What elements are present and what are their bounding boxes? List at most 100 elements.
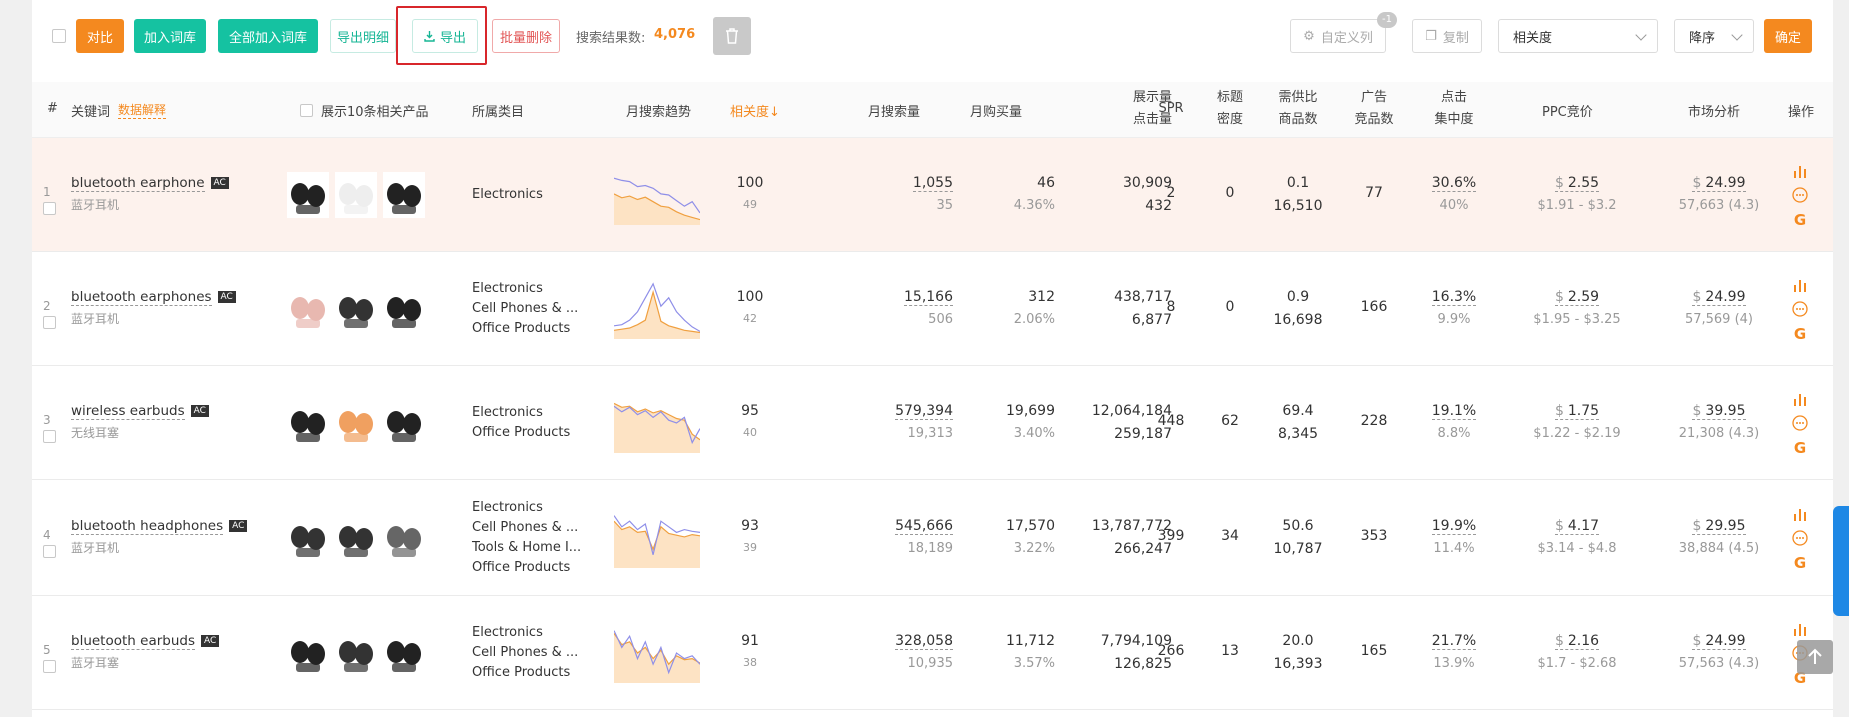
product-thumbnail[interactable]: [383, 400, 425, 446]
copy-button[interactable]: ❐ 复制: [1412, 19, 1482, 53]
click-concentration-value[interactable]: 30.6%: [1431, 175, 1477, 192]
bar-chart-icon[interactable]: [1792, 506, 1808, 522]
custom-columns-button[interactable]: ⚙ 自定义列: [1290, 19, 1386, 53]
keyword-cell[interactable]: bluetooth earphones AC: [71, 289, 236, 306]
product-thumbnail[interactable]: [287, 172, 329, 218]
more-icon[interactable]: [1792, 301, 1808, 317]
bar-chart-icon[interactable]: [1792, 277, 1808, 293]
product-thumbnail[interactable]: [287, 630, 329, 676]
export-detail-button[interactable]: 导出明细: [330, 19, 396, 53]
row-checkbox[interactable]: [43, 545, 56, 558]
product-thumbnail[interactable]: [383, 630, 425, 676]
col-title-density[interactable]: 标题 密度: [1210, 87, 1250, 131]
monthly-search-value[interactable]: 1,055: [912, 175, 953, 192]
sort-field-select[interactable]: 相关度: [1498, 19, 1658, 53]
data-explain-link[interactable]: 数据解释: [118, 101, 167, 119]
col-click-concentration[interactable]: 点击 集中度: [1426, 87, 1482, 131]
search-trend-sparkline[interactable]: [614, 165, 700, 225]
monthly-search-sub: 35: [936, 198, 953, 213]
ppc-value[interactable]: $2.16: [1554, 633, 1600, 650]
keyword-cell[interactable]: bluetooth earbuds AC: [71, 633, 220, 650]
product-thumbnail[interactable]: [383, 515, 425, 561]
show-products-checkbox[interactable]: [300, 104, 313, 117]
keyword-text[interactable]: bluetooth earphones: [71, 289, 212, 306]
col-supply-demand[interactable]: 需供比 商品数: [1270, 87, 1326, 131]
product-thumbnail[interactable]: [383, 286, 425, 332]
scroll-top-button[interactable]: [1797, 640, 1833, 674]
search-trend-sparkline[interactable]: [614, 623, 700, 683]
ppc-value[interactable]: $2.59: [1554, 289, 1600, 306]
sort-order-value: 降序: [1689, 30, 1716, 46]
row-checkbox[interactable]: [43, 430, 56, 443]
click-concentration-value[interactable]: 16.3%: [1431, 289, 1477, 306]
add-all-to-library-button[interactable]: 全部加入词库: [218, 19, 318, 53]
google-icon[interactable]: G: [1792, 440, 1808, 456]
ac-badge: AC: [217, 291, 236, 303]
google-icon[interactable]: G: [1792, 555, 1808, 571]
click-concentration-value[interactable]: 19.1%: [1431, 403, 1477, 420]
product-thumbnail[interactable]: [383, 172, 425, 218]
keyword-text[interactable]: bluetooth earphone: [71, 175, 205, 192]
more-icon[interactable]: [1792, 415, 1808, 431]
ppc-value[interactable]: $2.55: [1554, 175, 1600, 192]
add-to-library-button[interactable]: 加入词库: [134, 19, 206, 53]
keyword-cell[interactable]: bluetooth headphones AC: [71, 518, 248, 535]
market-price[interactable]: $24.99: [1692, 289, 1746, 306]
col-ads[interactable]: 广告 竞品数: [1344, 87, 1404, 131]
ppc-value[interactable]: $4.17: [1554, 518, 1600, 535]
row-checkbox[interactable]: [43, 660, 56, 673]
col-market[interactable]: 市场分析: [1688, 101, 1740, 120]
side-float-tab[interactable]: [1833, 506, 1849, 616]
col-relevance[interactable]: 相关度↓: [730, 101, 780, 120]
monthly-search-value[interactable]: 328,058: [895, 633, 953, 650]
ppc-value[interactable]: $1.75: [1554, 403, 1600, 420]
market-price[interactable]: $24.99: [1692, 175, 1746, 192]
monthly-search-value[interactable]: 579,394: [895, 403, 953, 420]
search-trend-sparkline[interactable]: [614, 508, 700, 568]
batch-delete-button[interactable]: 批量删除: [492, 19, 560, 53]
more-icon[interactable]: [1792, 530, 1808, 546]
col-ops: 操作: [1788, 105, 1815, 120]
result-count-value: 4,076: [654, 27, 696, 42]
relevance-sub: 42: [743, 312, 757, 325]
market-price[interactable]: $24.99: [1692, 633, 1746, 650]
row-checkbox[interactable]: [43, 316, 56, 329]
keyword-text[interactable]: wireless earbuds: [71, 403, 185, 420]
col-spr[interactable]: SPR: [1152, 101, 1190, 116]
keyword-cell[interactable]: bluetooth earphone AC: [71, 175, 229, 192]
col-monthly-search[interactable]: 月搜索量: [868, 101, 920, 120]
col-ppc[interactable]: PPC竞价: [1542, 101, 1593, 120]
sort-order-select[interactable]: 降序: [1674, 19, 1754, 53]
market-price[interactable]: $29.95: [1692, 518, 1746, 535]
compare-button[interactable]: 对比: [76, 19, 124, 53]
select-all-checkbox[interactable]: [52, 29, 66, 43]
monthly-search-value[interactable]: 545,666: [895, 518, 953, 535]
search-trend-sparkline[interactable]: [614, 279, 700, 339]
product-thumbnail[interactable]: [287, 286, 329, 332]
monthly-search-value[interactable]: 15,166: [904, 289, 953, 306]
bar-chart-icon[interactable]: [1792, 621, 1808, 637]
click-concentration-value[interactable]: 19.9%: [1431, 518, 1477, 535]
google-icon[interactable]: G: [1792, 326, 1808, 342]
keyword-text[interactable]: bluetooth earbuds: [71, 633, 195, 650]
delete-icon-button[interactable]: [713, 17, 751, 55]
more-icon[interactable]: [1792, 187, 1808, 203]
product-thumbnail[interactable]: [335, 400, 377, 446]
google-icon[interactable]: G: [1792, 212, 1808, 228]
product-thumbnail[interactable]: [335, 172, 377, 218]
col-monthly-purchase[interactable]: 月购买量: [970, 101, 1022, 120]
confirm-button[interactable]: 确定: [1764, 19, 1812, 53]
search-trend-sparkline[interactable]: [614, 393, 700, 453]
keyword-cell[interactable]: wireless earbuds AC: [71, 403, 209, 420]
product-thumbnail[interactable]: [335, 286, 377, 332]
bar-chart-icon[interactable]: [1792, 163, 1808, 179]
market-price[interactable]: $39.95: [1692, 403, 1746, 420]
product-thumbnail[interactable]: [287, 400, 329, 446]
row-checkbox[interactable]: [43, 202, 56, 215]
product-thumbnail[interactable]: [335, 630, 377, 676]
click-concentration-value[interactable]: 21.7%: [1431, 633, 1477, 650]
keyword-text[interactable]: bluetooth headphones: [71, 518, 224, 535]
product-thumbnail[interactable]: [287, 515, 329, 561]
product-thumbnail[interactable]: [335, 515, 377, 561]
bar-chart-icon[interactable]: [1792, 391, 1808, 407]
